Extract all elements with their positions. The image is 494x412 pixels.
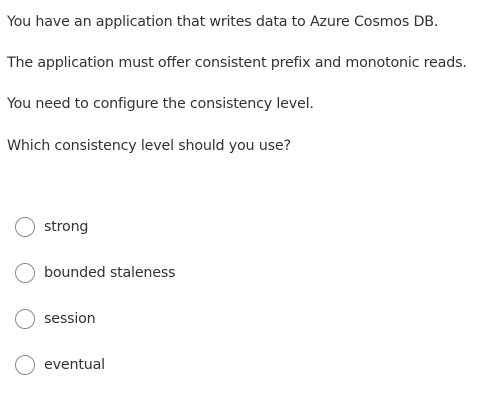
option-eventual[interactable]: eventual xyxy=(15,353,105,377)
question-line: You need to configure the consistency le… xyxy=(7,96,314,112)
radio-button[interactable] xyxy=(15,263,35,283)
radio-button[interactable] xyxy=(15,309,35,329)
option-label: session xyxy=(44,311,96,327)
question-line: You have an application that writes data… xyxy=(7,14,439,30)
radio-button[interactable] xyxy=(15,355,35,375)
option-label: eventual xyxy=(44,357,105,373)
option-label: bounded staleness xyxy=(44,265,176,281)
question-prompt: Which consistency level should you use? xyxy=(7,138,291,154)
option-bounded-staleness[interactable]: bounded staleness xyxy=(15,261,176,285)
option-label: strong xyxy=(44,219,89,235)
question-line: The application must offer consistent pr… xyxy=(7,55,467,71)
option-session[interactable]: session xyxy=(15,307,96,331)
option-strong[interactable]: strong xyxy=(15,215,89,239)
radio-button[interactable] xyxy=(15,217,35,237)
